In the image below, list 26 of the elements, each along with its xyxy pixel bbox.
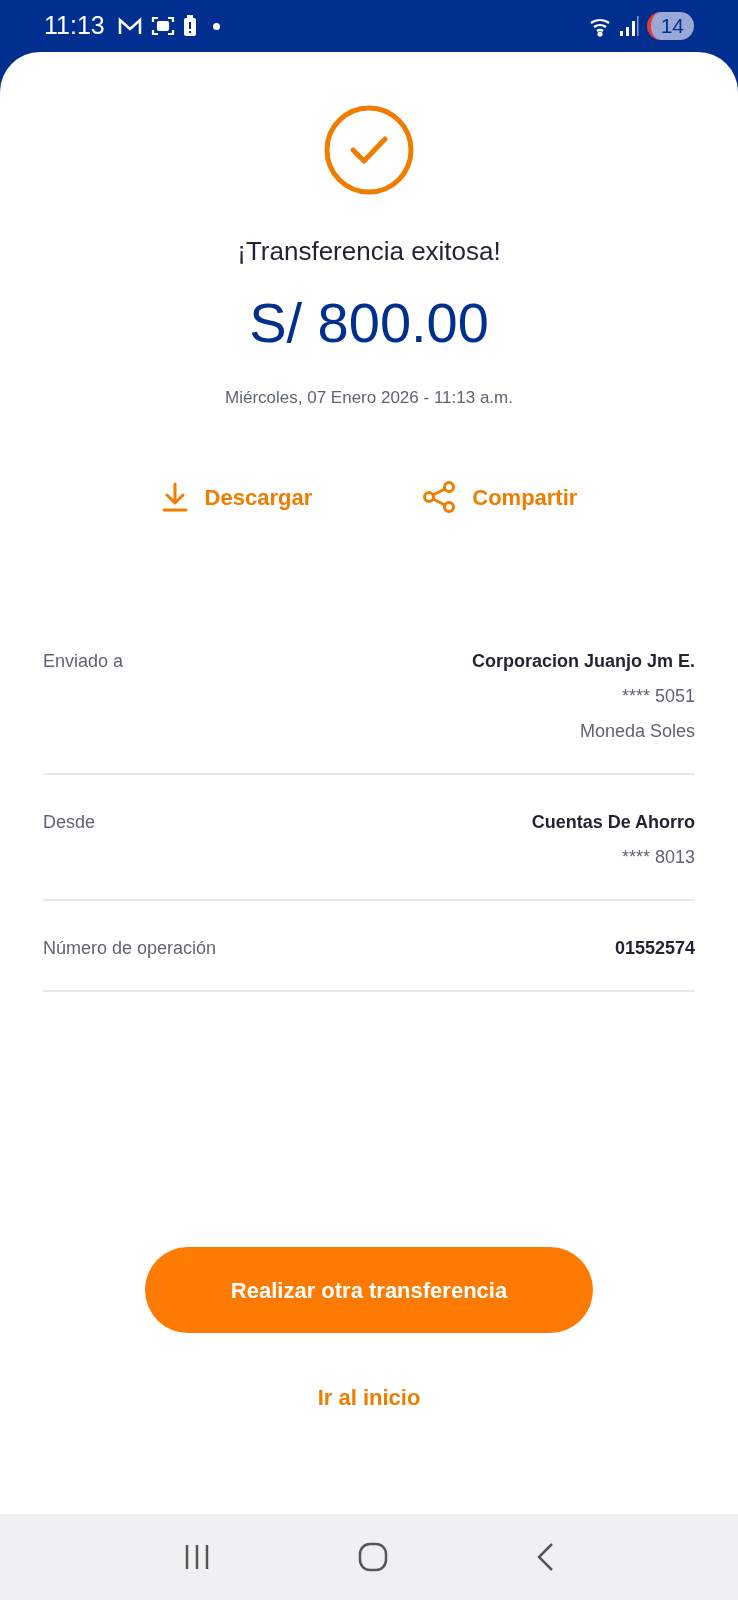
detail-value: **** 8013 [621, 845, 695, 869]
home-link[interactable]: Ir al inicio [317, 1381, 421, 1414]
mail-icon [116, 16, 143, 36]
detail-value: **** 5051 [621, 684, 695, 708]
detail-value: Moneda Soles [579, 719, 695, 743]
new-transfer-button[interactable]: Realizar otra transferencia [145, 1247, 593, 1333]
success-check-icon [323, 104, 415, 196]
notification-count-badge: 14 [646, 12, 694, 40]
detail-value: 01552574 [614, 936, 695, 960]
share-button[interactable]: Compartir [422, 480, 578, 514]
transfer-amount: S/ 800.00 [249, 295, 489, 351]
home-icon[interactable] [357, 1541, 389, 1573]
success-title: ¡Transferencia exitosa! [237, 235, 501, 268]
transfer-date: Miércoles, 07 Enero 2026 - 11:13 a.m. [225, 387, 513, 409]
detail-value: Cuentas De Ahorro [531, 810, 695, 834]
share-icon [422, 481, 457, 513]
download-icon [160, 481, 189, 513]
status-time: 11:13 [44, 10, 105, 42]
signal-icon [618, 15, 639, 37]
download-button[interactable]: Descargar [160, 480, 313, 514]
detail-label: Desde [43, 810, 96, 834]
screenshot-icon [150, 15, 175, 37]
detail-label: Número de operación [43, 936, 217, 960]
battery-alert-icon [182, 15, 197, 37]
detail-value: Corporacion Juanjo Jm E. [471, 649, 695, 673]
detail-label: Enviado a [43, 649, 124, 673]
